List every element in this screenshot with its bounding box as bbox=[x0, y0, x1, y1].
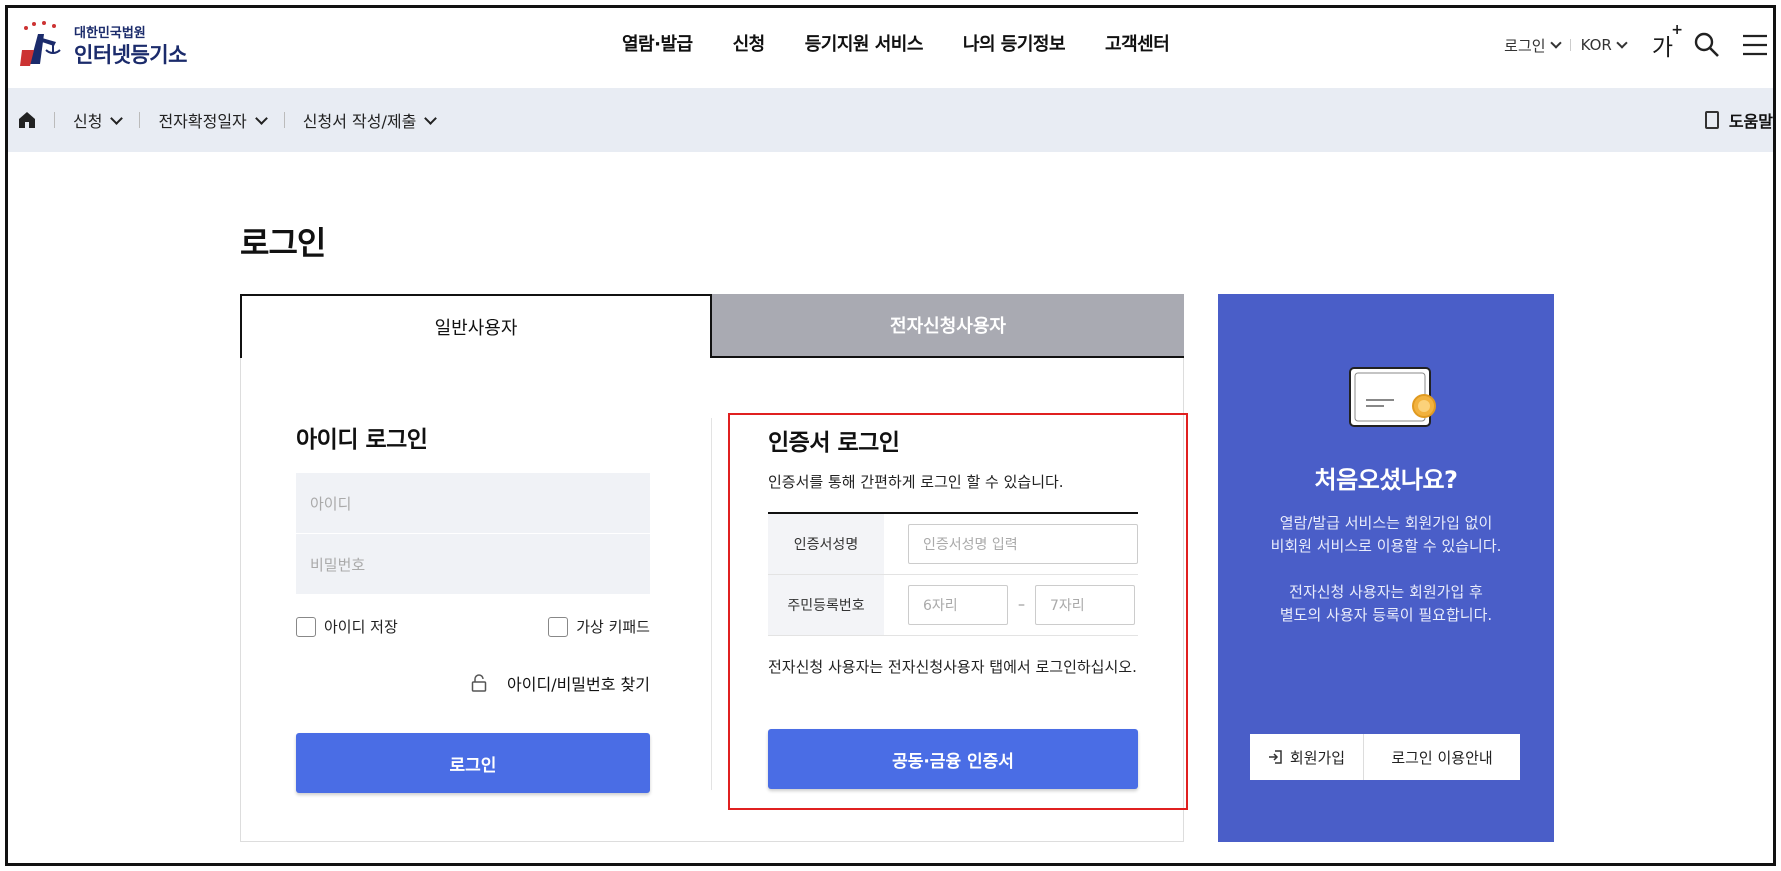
save-id-label: 아이디 저장 bbox=[324, 618, 398, 636]
help-book-icon bbox=[1704, 111, 1719, 129]
rrn-front-input[interactable]: 6자리 bbox=[908, 585, 1008, 625]
tab-e-application-user[interactable]: 전자신청사용자 bbox=[712, 294, 1184, 358]
join-label: 회원가입 bbox=[1289, 748, 1346, 767]
rrn-label: 주민등록번호 bbox=[768, 575, 884, 635]
id-login-section: 아이디 로그인 아이디 비밀번호 아이디 저장 가상 키패드 아이디/비밀번호 … bbox=[296, 420, 650, 793]
logo-subtitle: 대한민국법원 bbox=[74, 26, 146, 41]
cert-name-label: 인증서성명 bbox=[768, 514, 884, 574]
rrn-dash: – bbox=[1018, 597, 1025, 613]
promo-line: 별도의 사용자 등록이 필요합니다. bbox=[1279, 606, 1493, 624]
promo-line: 전자신청 사용자는 회원가입 후 bbox=[1289, 583, 1483, 601]
promo-line: 열람/발급 서비스는 회원가입 없이 bbox=[1279, 514, 1493, 532]
cert-login-title: 인증서 로그인 bbox=[768, 430, 900, 456]
nav-item-support[interactable]: 등기지원 서비스 bbox=[805, 30, 924, 56]
search-icon[interactable] bbox=[1693, 31, 1721, 59]
login-button[interactable]: 로그인 bbox=[296, 733, 650, 793]
nav-item-my-info[interactable]: 나의 등기정보 bbox=[963, 30, 1066, 56]
language-label: KOR bbox=[1580, 36, 1612, 54]
help-label: 도움말 bbox=[1728, 112, 1773, 131]
court-emblem-icon bbox=[16, 20, 68, 74]
nav-item-customer-center[interactable]: 고객센터 bbox=[1105, 30, 1170, 56]
utility-menu: 로그인 KOR 가 + bbox=[1504, 22, 1769, 62]
font-size-label: 가 bbox=[1651, 35, 1673, 61]
chevron-down-icon bbox=[110, 111, 124, 125]
id-input[interactable]: 아이디 bbox=[296, 473, 650, 533]
rrn-back-input[interactable]: 7자리 bbox=[1035, 585, 1135, 625]
breadcrumb-application-form[interactable]: 신청서 작성/제출 bbox=[302, 108, 438, 132]
chevron-down-icon bbox=[1549, 37, 1562, 49]
help-button[interactable]: 도움말 bbox=[1704, 108, 1773, 132]
cert-name-input[interactable]: 인증서성명 입력 bbox=[908, 524, 1138, 564]
breadcrumb: 신청 전자확정일자 신청서 작성/제출 도움말 bbox=[8, 88, 1773, 152]
divider bbox=[283, 112, 285, 128]
nav-item-apply[interactable]: 신청 bbox=[733, 30, 766, 56]
divider bbox=[54, 112, 55, 128]
promo-buttons: 회원가입 로그인 이용안내 bbox=[1250, 734, 1520, 780]
divider bbox=[139, 112, 141, 128]
user-type-tabs: 일반사용자 전자신청사용자 bbox=[240, 294, 1184, 358]
checkbox-box bbox=[548, 616, 569, 637]
breadcrumb-label: 전자확정일자 bbox=[158, 112, 247, 131]
login-guide-button[interactable]: 로그인 이용안내 bbox=[1364, 734, 1520, 780]
login-link-label: 로그인 bbox=[1504, 36, 1546, 55]
virtual-keypad-label: 가상 키패드 bbox=[576, 618, 650, 636]
first-visit-promo: 처음오셨나요? 열람/발급 서비스는 회원가입 없이 비회원 서비스로 이용할 … bbox=[1218, 294, 1554, 842]
breadcrumb-label: 신청서 작성/제출 bbox=[302, 112, 417, 131]
cert-login-note: 전자신청 사용자는 전자신청사용자 탭에서 로그인하십시오. bbox=[768, 658, 1137, 676]
save-id-checkbox[interactable]: 아이디 저장 bbox=[296, 616, 398, 637]
find-label: 아이디/비밀번호 찾기 bbox=[507, 675, 650, 694]
main-nav: 열람·발급 신청 등기지원 서비스 나의 등기정보 고객센터 bbox=[622, 30, 1209, 56]
page-title: 로그인 bbox=[240, 224, 326, 262]
logo-title: 인터넷등기소 bbox=[74, 43, 187, 67]
cert-name-row: 인증서성명 인증서성명 입력 bbox=[768, 514, 1138, 575]
home-icon[interactable] bbox=[18, 111, 36, 129]
cert-login-button[interactable]: 공동·금융 인증서 bbox=[768, 729, 1138, 789]
site-header: 대한민국법원 인터넷등기소 열람·발급 신청 등기지원 서비스 나의 등기정보 … bbox=[8, 8, 1773, 88]
nav-item-view-issue[interactable]: 열람·발급 bbox=[622, 30, 693, 56]
virtual-keypad-checkbox[interactable]: 가상 키패드 bbox=[548, 616, 650, 637]
breadcrumb-apply[interactable]: 신청 bbox=[73, 108, 124, 132]
chevron-down-icon bbox=[1616, 37, 1628, 49]
chevron-down-icon bbox=[424, 111, 438, 125]
checkbox-box bbox=[296, 616, 316, 637]
breadcrumb-e-fixed-date[interactable]: 전자확정일자 bbox=[158, 108, 268, 132]
site-logo[interactable]: 대한민국법원 인터넷등기소 bbox=[16, 20, 187, 74]
lock-icon bbox=[471, 674, 487, 692]
divider bbox=[1569, 39, 1571, 51]
font-size-plus: + bbox=[1671, 22, 1683, 38]
cert-login-section: 인증서 로그인 인증서를 통해 간편하게 로그인 할 수 있습니다. 인증서성명… bbox=[768, 423, 1138, 789]
hamburger-menu-icon[interactable] bbox=[1741, 31, 1769, 59]
password-input[interactable]: 비밀번호 bbox=[296, 534, 650, 594]
certificate-icon bbox=[1346, 366, 1442, 432]
login-panel: 아이디 로그인 아이디 비밀번호 아이디 저장 가상 키패드 아이디/비밀번호 … bbox=[240, 358, 1188, 842]
browser-frame: 대한민국법원 인터넷등기소 열람·발급 신청 등기지원 서비스 나의 등기정보 … bbox=[5, 5, 1776, 866]
cert-login-highlight: 인증서 로그인 인증서를 통해 간편하게 로그인 할 수 있습니다. 인증서성명… bbox=[728, 413, 1188, 810]
font-size-button[interactable]: 가 + bbox=[1651, 22, 1683, 62]
divider bbox=[711, 418, 712, 790]
cert-login-description: 인증서를 통해 간편하게 로그인 할 수 있습니다. bbox=[768, 473, 1064, 491]
rrn-row: 주민등록번호 6자리 – 7자리 bbox=[768, 575, 1138, 636]
tab-general-user[interactable]: 일반사용자 bbox=[240, 294, 712, 358]
find-id-password-link[interactable]: 아이디/비밀번호 찾기 bbox=[296, 671, 650, 695]
promo-title: 처음오셨나요? bbox=[1314, 466, 1458, 494]
login-dropdown[interactable]: 로그인 bbox=[1504, 35, 1562, 56]
cert-form: 인증서성명 인증서성명 입력 주민등록번호 6자리 – 7자리 bbox=[768, 512, 1138, 636]
join-button[interactable]: 회원가입 bbox=[1250, 734, 1364, 780]
breadcrumb-label: 신청 bbox=[73, 112, 103, 131]
chevron-down-icon bbox=[254, 111, 268, 125]
sign-in-icon bbox=[1268, 750, 1282, 764]
promo-description: 열람/발급 서비스는 회원가입 없이 비회원 서비스로 이용할 수 있습니다. … bbox=[1218, 512, 1554, 627]
id-login-title: 아이디 로그인 bbox=[296, 427, 428, 453]
language-dropdown[interactable]: KOR bbox=[1580, 36, 1628, 54]
promo-line: 비회원 서비스로 이용할 수 있습니다. bbox=[1270, 537, 1502, 555]
